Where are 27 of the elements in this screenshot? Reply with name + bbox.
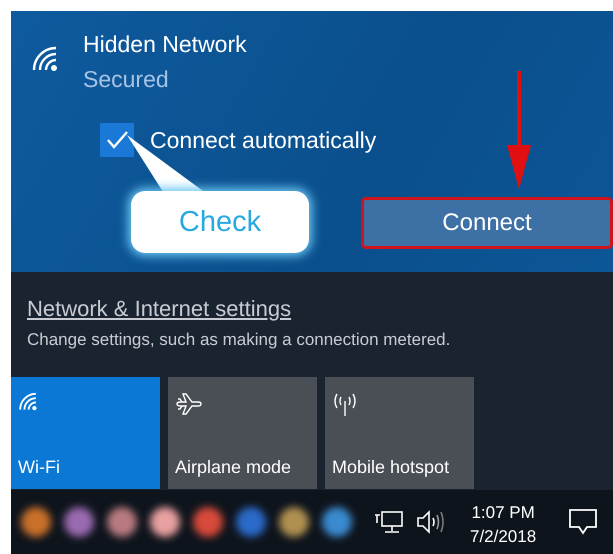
clock-date[interactable]: 7/2/2018 [470, 525, 536, 549]
hotspot-icon [332, 391, 358, 417]
settings-link[interactable]: Network & Internet settings [27, 296, 292, 321]
quick-action-tile[interactable]: Airplane mode [168, 377, 317, 489]
wifi-icon [18, 391, 38, 411]
airplane-icon [175, 391, 203, 417]
taskbar-app-icon[interactable] [193, 507, 223, 537]
quick-action-tile[interactable]: Mobile hotspot [325, 377, 474, 489]
taskbar-app-icon[interactable] [236, 507, 266, 537]
connect-button[interactable]: Connect [361, 197, 613, 249]
wifi-icon [31, 45, 59, 71]
network-icon[interactable] [374, 509, 406, 535]
notification-icon[interactable] [568, 508, 598, 536]
quick-action-tile[interactable]: Wi-Fi [11, 377, 160, 489]
taskbar-app-icon[interactable] [150, 507, 180, 537]
taskbar-app-icon[interactable] [64, 507, 94, 537]
settings-description: Change settings, such as making a connection metered. [27, 330, 452, 350]
speaker-icon[interactable] [416, 509, 446, 535]
network-name: Hidden Network [83, 31, 247, 58]
taskbar-app-icon[interactable] [322, 507, 352, 537]
checkbox-label: Connect automatically [150, 126, 376, 154]
taskbar-app-icon[interactable] [107, 507, 137, 537]
taskbar-app-icon[interactable] [21, 507, 51, 537]
network-status: Secured [83, 66, 170, 93]
checkbox[interactable] [100, 123, 134, 157]
taskbar-app-icon[interactable] [279, 507, 309, 537]
clock-time[interactable]: 1:07 PM [471, 501, 535, 525]
